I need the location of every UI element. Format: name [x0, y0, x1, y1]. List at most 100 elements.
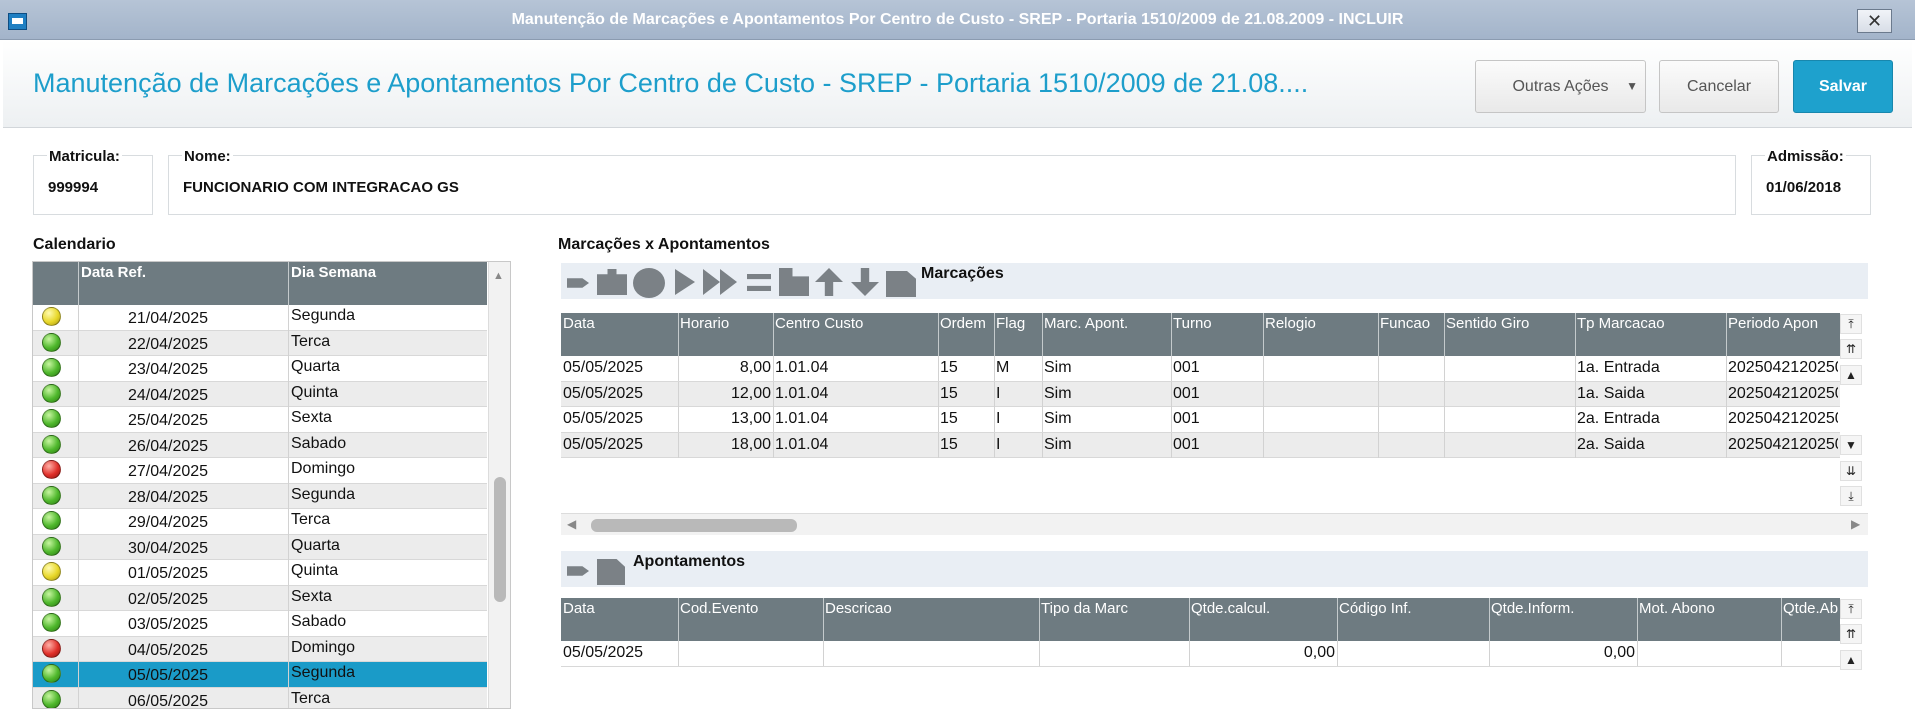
- column-header[interactable]: Mot. Abono: [1639, 600, 1779, 617]
- table-cell: 13,00: [730, 410, 771, 427]
- document-icon[interactable]: [779, 268, 809, 296]
- calendar-row[interactable]: 24/04/2025 Quinta: [33, 381, 487, 407]
- close-window-button[interactable]: ✕: [1857, 9, 1892, 33]
- column-header[interactable]: Funcao: [1380, 315, 1442, 332]
- table-cell: I: [996, 410, 1001, 427]
- calendar-row[interactable]: 23/04/2025 Quarta: [33, 356, 487, 382]
- calendar-row[interactable]: 04/05/2025 Domingo: [33, 636, 487, 662]
- fast-forward-icon[interactable]: [703, 269, 737, 295]
- table-cell: I: [996, 384, 1001, 402]
- nome-label: Nome:: [182, 148, 233, 165]
- calendar-row[interactable]: 06/05/2025 Terca: [33, 687, 487, 708]
- admissao-value: 01/06/2018: [1766, 179, 1842, 196]
- calendar-row[interactable]: 02/05/2025 Sexta: [33, 585, 487, 611]
- calendar-row[interactable]: 05/05/2025 Segunda: [33, 662, 487, 688]
- calendar-scrollbar[interactable]: ▲: [488, 262, 510, 708]
- arrow-down-icon[interactable]: [851, 268, 879, 296]
- column-header-dia-semana[interactable]: Dia Semana: [291, 264, 376, 281]
- table-cell: I: [996, 435, 1001, 453]
- table-cell: Sim: [1044, 359, 1072, 376]
- arrow-right-icon[interactable]: [567, 278, 589, 288]
- calendar-row[interactable]: 21/04/2025 Segunda: [33, 305, 487, 331]
- previous-record-icon[interactable]: ▲: [1840, 365, 1862, 385]
- scroll-left-icon[interactable]: ◀: [567, 517, 576, 531]
- calendar-row[interactable]: 03/05/2025 Sabado: [33, 611, 487, 637]
- table-row[interactable]: 05/05/2025 8,00 1.01.04 15 M Sim 001 1a. Entrad…: [561, 356, 1840, 382]
- column-header[interactable]: Descricao: [825, 600, 1037, 617]
- table-cell: 1a. Saida: [1577, 384, 1645, 402]
- page-up-icon[interactable]: ⇈: [1840, 624, 1862, 644]
- column-header[interactable]: Periodo Apon: [1728, 315, 1838, 332]
- page-header: Manutenção de Marcações e Apontamentos P…: [3, 40, 1912, 128]
- column-header[interactable]: Ordem: [940, 315, 992, 332]
- calendar-weekday: Quinta: [291, 383, 339, 401]
- table-cell: M: [996, 359, 1010, 376]
- table-row[interactable]: 05/05/2025 13,00 1.01.04 15 I Sim 001 2a. Entra…: [561, 407, 1840, 433]
- hscroll-thumb[interactable]: [591, 519, 797, 532]
- save-button[interactable]: Salvar: [1793, 60, 1893, 113]
- last-record-icon[interactable]: ⤓: [1840, 486, 1862, 506]
- arrow-right-icon[interactable]: [567, 566, 589, 576]
- table-cell: 18,00: [730, 435, 771, 453]
- calendar-row[interactable]: 28/04/2025 Segunda: [33, 483, 487, 509]
- next-record-icon[interactable]: ▼: [1840, 435, 1862, 455]
- calendar-row[interactable]: 22/04/2025 Terca: [33, 330, 487, 356]
- record-icon[interactable]: [633, 268, 665, 298]
- column-header[interactable]: Qtde.Inform.: [1491, 600, 1635, 617]
- first-record-icon[interactable]: ⤒: [1840, 314, 1862, 334]
- column-header[interactable]: Código Inf.: [1339, 600, 1487, 617]
- calendar-row[interactable]: 25/04/2025 Sexta: [33, 407, 487, 433]
- nome-field[interactable]: Nome: FUNCIONARIO COM INTEGRACAO GS: [168, 148, 1736, 215]
- table-cell: 15: [940, 435, 958, 453]
- note-icon[interactable]: [886, 271, 916, 297]
- column-header[interactable]: Data: [563, 600, 676, 617]
- equals-icon[interactable]: [747, 274, 771, 291]
- apontamentos-grid: Data Cod.Evento Descricao Tipo da Marc Qtde.…: [561, 598, 1840, 709]
- column-header[interactable]: Tp Marcacao: [1577, 315, 1724, 332]
- page-up-icon[interactable]: ⇈: [1840, 339, 1862, 359]
- scroll-right-icon[interactable]: ▶: [1851, 517, 1860, 531]
- marcacoes-hscroll[interactable]: ◀ ▶: [561, 513, 1868, 535]
- column-header[interactable]: Relogio: [1265, 315, 1376, 332]
- column-header[interactable]: Data: [563, 315, 676, 332]
- calendar-date: 30/04/2025: [127, 539, 209, 557]
- table-row[interactable]: 05/05/2025 12,00 1.01.04 15 I Sim 001 1a. Saida…: [561, 381, 1840, 407]
- column-header[interactable]: Qtde.calcul.: [1191, 600, 1335, 617]
- chevron-down-icon: ▼: [1626, 79, 1638, 93]
- page-down-icon[interactable]: ⇊: [1840, 461, 1862, 481]
- calendar-row[interactable]: 01/05/2025 Quinta: [33, 560, 487, 586]
- column-header[interactable]: Turno: [1173, 315, 1261, 332]
- table-cell: 05/05/2025: [563, 435, 644, 453]
- admissao-label: Admissão:: [1765, 148, 1846, 165]
- column-header[interactable]: Horario: [680, 315, 771, 332]
- matricula-field[interactable]: Matricula: 999994: [33, 148, 153, 215]
- scroll-up-icon[interactable]: ▲: [493, 270, 504, 282]
- arrow-up-icon[interactable]: [815, 268, 843, 296]
- play-icon[interactable]: [675, 269, 695, 295]
- calendar-row[interactable]: 26/04/2025 Sabado: [33, 432, 487, 458]
- table-row[interactable]: 05/05/2025 18,00 1.01.04 15 I Sim 001 2a. Saida…: [561, 432, 1840, 458]
- first-record-icon[interactable]: ⤒: [1840, 599, 1862, 619]
- folder-icon[interactable]: [597, 269, 627, 295]
- note-icon[interactable]: [597, 559, 625, 585]
- column-header[interactable]: Marc. Apont.: [1044, 315, 1169, 332]
- other-actions-button[interactable]: Outras Ações ▼: [1475, 60, 1646, 113]
- table-row[interactable]: 05/05/2025 0,00 0,00: [561, 641, 1840, 667]
- admissao-field[interactable]: Admissão: 01/06/2018: [1751, 148, 1871, 215]
- status-green-icon: [42, 664, 61, 683]
- column-header[interactable]: Tipo da Marc: [1041, 600, 1187, 617]
- column-header[interactable]: Centro Custo: [775, 315, 936, 332]
- column-header-data-ref[interactable]: Data Ref.: [81, 264, 146, 281]
- status-yellow-icon: [42, 307, 61, 326]
- previous-record-icon[interactable]: ▲: [1840, 650, 1862, 670]
- calendar-row[interactable]: 27/04/2025 Domingo: [33, 458, 487, 484]
- column-header[interactable]: Qtde.Abo: [1783, 600, 1838, 617]
- calendar-date: 01/05/2025: [127, 565, 209, 582]
- cancel-button[interactable]: Cancelar: [1659, 60, 1779, 113]
- column-header[interactable]: Cod.Evento: [680, 600, 821, 617]
- scrollbar-thumb[interactable]: [494, 477, 506, 602]
- column-header[interactable]: Sentido Giro: [1446, 315, 1573, 332]
- calendar-row[interactable]: 30/04/2025 Quarta: [33, 534, 487, 560]
- column-header[interactable]: Flag: [996, 315, 1040, 332]
- calendar-row[interactable]: 29/04/2025 Terca: [33, 509, 487, 535]
